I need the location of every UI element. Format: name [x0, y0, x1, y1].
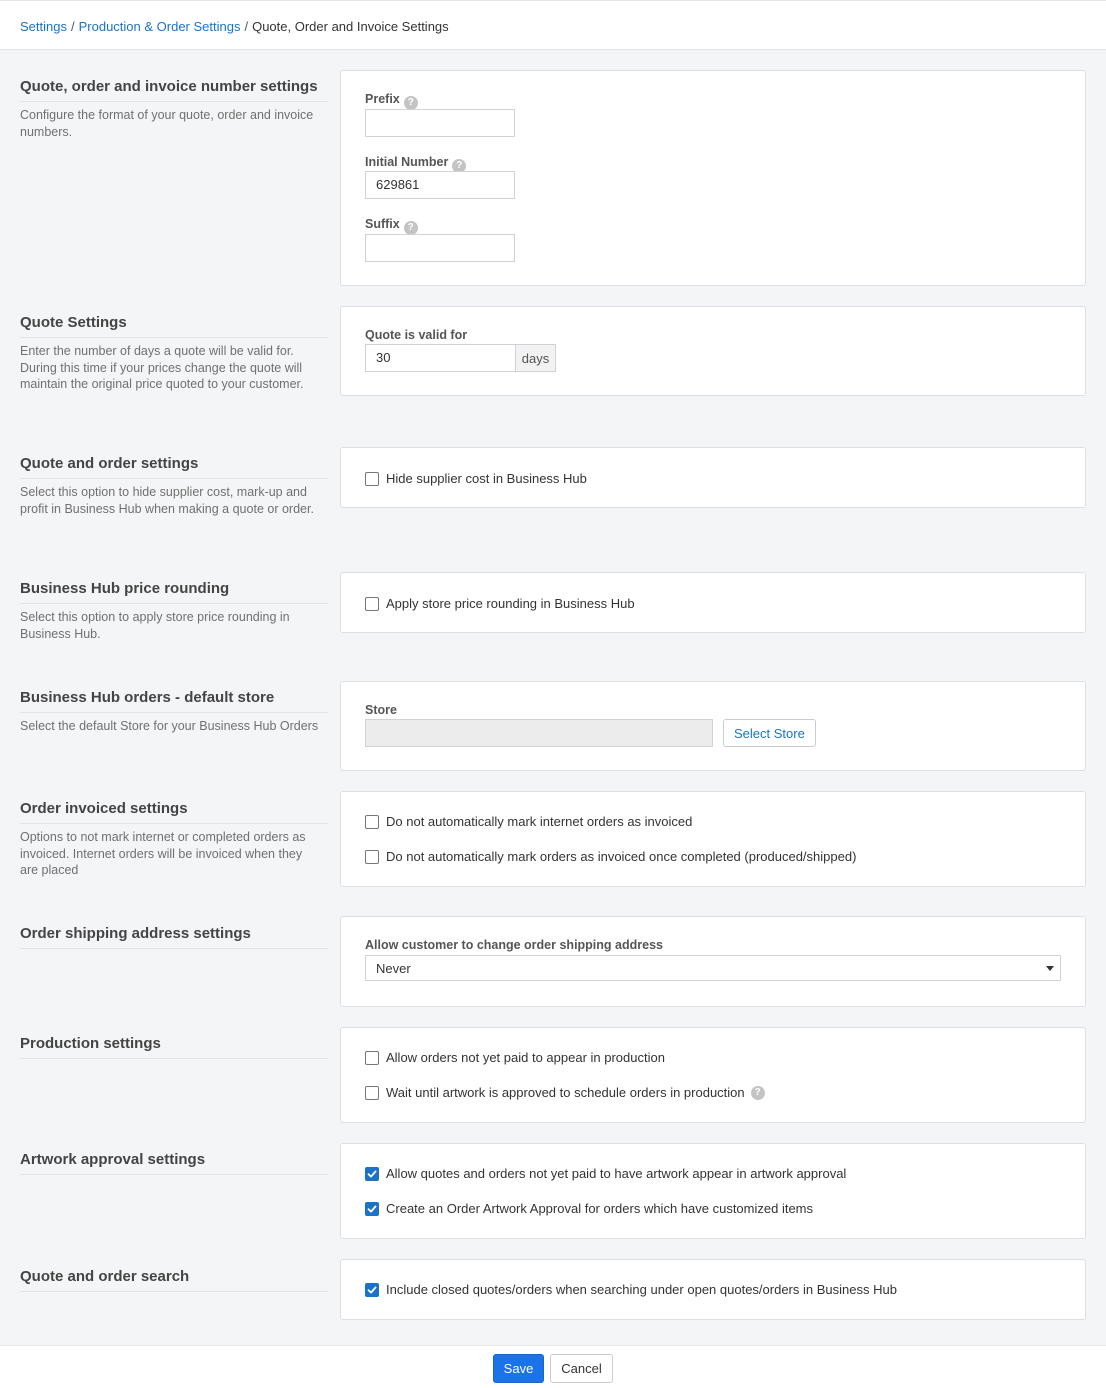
numbering-section-description: Configure the format of your quote, orde…: [20, 108, 314, 139]
footer-bar: Save Cancel: [0, 1345, 1106, 1388]
breadcrumb-link-production-order[interactable]: Production & Order Settings: [79, 19, 241, 34]
help-icon[interactable]: ?: [750, 1085, 765, 1100]
store-label: Store: [365, 703, 397, 717]
wait-artwork-approval-checkbox[interactable]: [365, 1085, 379, 1100]
suffix-label-text: Suffix: [365, 217, 400, 231]
suffix-input[interactable]: [365, 234, 515, 262]
unpaid-artwork-approval-checkbox[interactable]: [365, 1166, 379, 1181]
apply-rounding-label: Apply store price rounding in Business H…: [386, 596, 635, 611]
no-mark-internet-invoiced-label: Do not automatically mark internet order…: [386, 814, 693, 829]
unpaid-artwork-approval-label: Allow quotes and orders not yet paid to …: [386, 1166, 847, 1181]
breadcrumb-separator: /: [70, 19, 75, 34]
quote-order-section-description: Select this option to hide supplier cost…: [20, 485, 314, 516]
artwork-section-title: Artwork approval settings: [20, 1151, 328, 1175]
quote-valid-days-input[interactable]: 30: [365, 344, 516, 372]
breadcrumb-link-settings[interactable]: Settings: [20, 19, 67, 34]
quote-section-description: Enter the number of days a quote will be…: [20, 344, 304, 391]
default-store-section-title: Business Hub orders - default store: [20, 689, 328, 713]
no-mark-completed-invoiced-label: Do not automatically mark orders as invo…: [386, 849, 857, 864]
checkmark-icon: [367, 1170, 377, 1177]
checkmark-icon: [367, 1205, 377, 1212]
allow-change-shipping-label: Allow customer to change order shipping …: [365, 938, 663, 952]
quote-order-section-title: Quote and order settings: [20, 455, 328, 479]
quote-valid-label: Quote is valid for: [365, 328, 468, 342]
invoiced-section-title: Order invoiced settings: [20, 800, 328, 824]
help-icon[interactable]: ?: [403, 221, 418, 235]
shipping-card: Allow customer to change order shipping …: [340, 916, 1086, 1007]
shipping-change-select[interactable]: Never: [365, 955, 1061, 981]
prefix-label-text: Prefix: [365, 92, 400, 106]
wait-artwork-approval-option[interactable]: Wait until artwork is approved to schedu…: [365, 1085, 765, 1100]
apply-rounding-option[interactable]: Apply store price rounding in Business H…: [365, 596, 635, 611]
breadcrumb: Settings / Production & Order Settings / Quo…: [20, 19, 449, 34]
top-bar: Settings / Production & Order Settings / Quo…: [0, 0, 1106, 50]
search-card: Include closed quotes/orders when search…: [340, 1259, 1086, 1320]
checkmark-icon: [367, 1286, 377, 1293]
production-section-title: Production settings: [20, 1035, 328, 1059]
invoiced-card: Do not automatically mark internet order…: [340, 791, 1086, 887]
unpaid-in-production-checkbox[interactable]: [365, 1050, 379, 1065]
shipping-change-select-value: Never: [376, 961, 411, 976]
breadcrumb-separator: /: [244, 19, 249, 34]
no-mark-internet-invoiced-checkbox[interactable]: [365, 814, 379, 829]
no-mark-internet-invoiced-option[interactable]: Do not automatically mark internet order…: [365, 814, 692, 829]
initial-number-label-text: Initial Number: [365, 155, 449, 169]
include-closed-checkbox[interactable]: [365, 1282, 379, 1297]
create-order-artwork-approval-label: Create an Order Artwork Approval for ord…: [386, 1201, 814, 1216]
artwork-card: Allow quotes and orders not yet paid to …: [340, 1143, 1086, 1239]
suffix-label: Suffix?: [365, 217, 418, 235]
breadcrumb-current: Quote, Order and Invoice Settings: [252, 19, 449, 34]
rounding-section-title: Business Hub price rounding: [20, 580, 328, 604]
default-store-section-description: Select the default Store for your Busine…: [20, 719, 319, 733]
numbering-card: Prefix? Initial Number? 629861 Suffix?: [340, 70, 1086, 286]
hide-supplier-cost-label: Hide supplier cost in Business Hub: [386, 471, 587, 486]
prefix-label: Prefix?: [365, 92, 418, 110]
hide-supplier-cost-option[interactable]: Hide supplier cost in Business Hub: [365, 471, 587, 486]
store-input: [365, 719, 713, 747]
include-closed-label: Include closed quotes/orders when search…: [386, 1282, 897, 1297]
unpaid-artwork-approval-option[interactable]: Allow quotes and orders not yet paid to …: [365, 1166, 846, 1181]
quote-section-title: Quote Settings: [20, 314, 328, 338]
invoiced-section-description: Options to not mark internet or complete…: [20, 830, 306, 877]
rounding-card: Apply store price rounding in Business H…: [340, 572, 1086, 633]
include-closed-option[interactable]: Include closed quotes/orders when search…: [365, 1282, 897, 1297]
wait-artwork-approval-label: Wait until artwork is approved to schedu…: [386, 1085, 745, 1100]
cancel-button[interactable]: Cancel: [550, 1354, 613, 1383]
help-icon[interactable]: ?: [403, 96, 418, 110]
prefix-input[interactable]: [365, 109, 515, 137]
shipping-section-title: Order shipping address settings: [20, 925, 328, 949]
production-card: Allow orders not yet paid to appear in p…: [340, 1027, 1086, 1123]
numbering-section-title: Quote, order and invoice number settings: [20, 78, 328, 102]
initial-number-input[interactable]: 629861: [365, 171, 515, 199]
apply-rounding-checkbox[interactable]: [365, 596, 379, 611]
create-order-artwork-approval-checkbox[interactable]: [365, 1201, 379, 1216]
no-mark-completed-invoiced-checkbox[interactable]: [365, 849, 379, 864]
unpaid-in-production-label: Allow orders not yet paid to appear in p…: [386, 1050, 665, 1065]
search-section-title: Quote and order search: [20, 1268, 328, 1292]
create-order-artwork-approval-option[interactable]: Create an Order Artwork Approval for ord…: [365, 1201, 813, 1216]
hide-supplier-cost-checkbox[interactable]: [365, 471, 379, 486]
default-store-card: Store Select Store: [340, 681, 1086, 771]
save-button[interactable]: Save: [493, 1354, 544, 1383]
no-mark-completed-invoiced-option[interactable]: Do not automatically mark orders as invo…: [365, 849, 856, 864]
unpaid-in-production-option[interactable]: Allow orders not yet paid to appear in p…: [365, 1050, 665, 1065]
quote-card: Quote is valid for 30 days: [340, 306, 1086, 396]
select-store-button[interactable]: Select Store: [723, 719, 816, 747]
rounding-section-description: Select this option to apply store price …: [20, 610, 290, 641]
caret-down-icon: [1046, 966, 1054, 971]
quote-order-card: Hide supplier cost in Business Hub: [340, 447, 1086, 508]
days-addon: days: [516, 344, 556, 372]
